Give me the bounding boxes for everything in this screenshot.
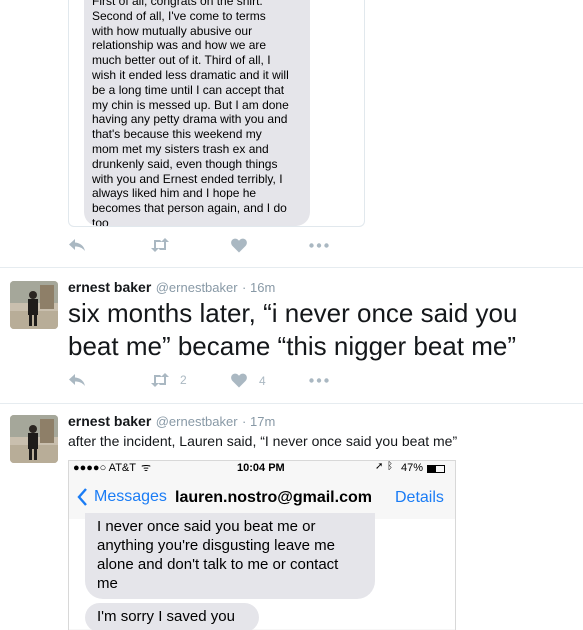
tweet-header: ernest baker @ernestbaker · 17m — [68, 413, 275, 431]
timestamp[interactable]: · 16m — [242, 280, 275, 295]
timestamp[interactable]: · 17m — [242, 414, 275, 429]
retweet-button[interactable]: 2 — [150, 373, 187, 387]
message-line: becomes that person again, and I do — [92, 201, 287, 216]
message-line: drunkenly said, even though things — [92, 156, 278, 171]
received-message: I never once said you beat me or anythin… — [85, 513, 375, 599]
conversation-title: lauren.nostro@gmail.com — [175, 489, 372, 506]
reply-button[interactable] — [68, 238, 86, 252]
avatar[interactable] — [10, 415, 58, 463]
like-button[interactable] — [231, 238, 247, 253]
back-button[interactable]: Messages — [77, 488, 167, 506]
battery-icon — [427, 465, 445, 473]
message-line: be a long time until I can accept that — [92, 82, 285, 97]
avatar[interactable] — [10, 281, 58, 329]
message-line: with how mutually abusive our — [92, 23, 253, 38]
more-button[interactable] — [309, 243, 329, 248]
heart-icon — [231, 373, 247, 388]
display-name[interactable]: ernest baker — [68, 279, 151, 295]
retweet-icon — [151, 373, 169, 387]
back-label: Messages — [94, 488, 167, 505]
message-line: having any petty drama with you and — [92, 112, 288, 127]
username[interactable]: @ernestbaker — [156, 280, 238, 295]
chevron-left-icon — [77, 488, 87, 506]
status-time: 10:04 PM — [237, 462, 285, 474]
carrier-signal: ●●●●○ AT&T — [73, 462, 136, 474]
divider — [0, 267, 583, 268]
embedded-phone-screenshot[interactable]: ●●●●○ AT&T ᯤ 10:04 PM ➚ ᛒ 47% Messages l… — [68, 460, 456, 630]
avatar-photo — [10, 415, 58, 463]
message-line: wish it ended less dramatic and it will — [92, 67, 289, 82]
message-line: my chin is messed up. But I am done — [92, 97, 289, 112]
message-line: with you and Ernest ended terribly, I — [92, 171, 283, 186]
more-icon — [309, 378, 329, 383]
status-bar: ●●●●○ AT&T ᯤ 10:04 PM ➚ ᛒ 47% — [69, 461, 455, 477]
message-thread: I never once said you beat me or anythin… — [69, 513, 455, 630]
message-line: too — [92, 215, 109, 226]
more-button[interactable] — [309, 378, 329, 383]
message-line: relationship was and how we are — [92, 38, 267, 53]
message-line: that's because this weekend my — [92, 127, 262, 142]
reply-icon — [69, 239, 85, 251]
tweet-header: ernest baker @ernestbaker · 16m — [68, 279, 275, 297]
like-count: 4 — [259, 373, 266, 388]
like-button[interactable]: 4 — [231, 373, 266, 388]
bluetooth-icon: ᛒ — [387, 461, 393, 472]
more-icon — [309, 243, 329, 248]
battery-percent: 47% — [401, 462, 424, 474]
message-line: always liked him and I hope he — [92, 186, 257, 201]
message-line: First of all, congrats on the shirt. — [92, 0, 263, 8]
wifi-icon: ᯤ — [141, 462, 152, 474]
retweet-icon — [151, 238, 169, 252]
reply-button[interactable] — [68, 373, 86, 387]
retweet-count: 2 — [180, 373, 187, 387]
tweet-text: six months later, “i never once said you… — [68, 298, 518, 361]
location-icon: ➚ — [375, 461, 384, 472]
display-name[interactable]: ernest baker — [68, 413, 151, 429]
heart-icon — [231, 238, 247, 253]
message-line: mom met my sisters trash ex and — [92, 141, 269, 156]
received-message: I'm sorry I saved you — [85, 603, 259, 630]
divider — [0, 403, 583, 404]
details-button[interactable]: Details — [395, 489, 444, 507]
message-bubble: First of all, congrats on the shirt. Seco… — [84, 0, 310, 226]
avatar-photo — [10, 281, 58, 329]
message-line: Second of all, I've come to terms — [92, 8, 266, 23]
message-line: much better out of it. Third of all, I — [92, 53, 271, 68]
reply-icon — [69, 374, 85, 386]
username[interactable]: @ernestbaker — [156, 414, 238, 429]
retweet-button[interactable] — [150, 238, 170, 252]
tweet-text: after the incident, Lauren said, “I neve… — [68, 433, 458, 449]
